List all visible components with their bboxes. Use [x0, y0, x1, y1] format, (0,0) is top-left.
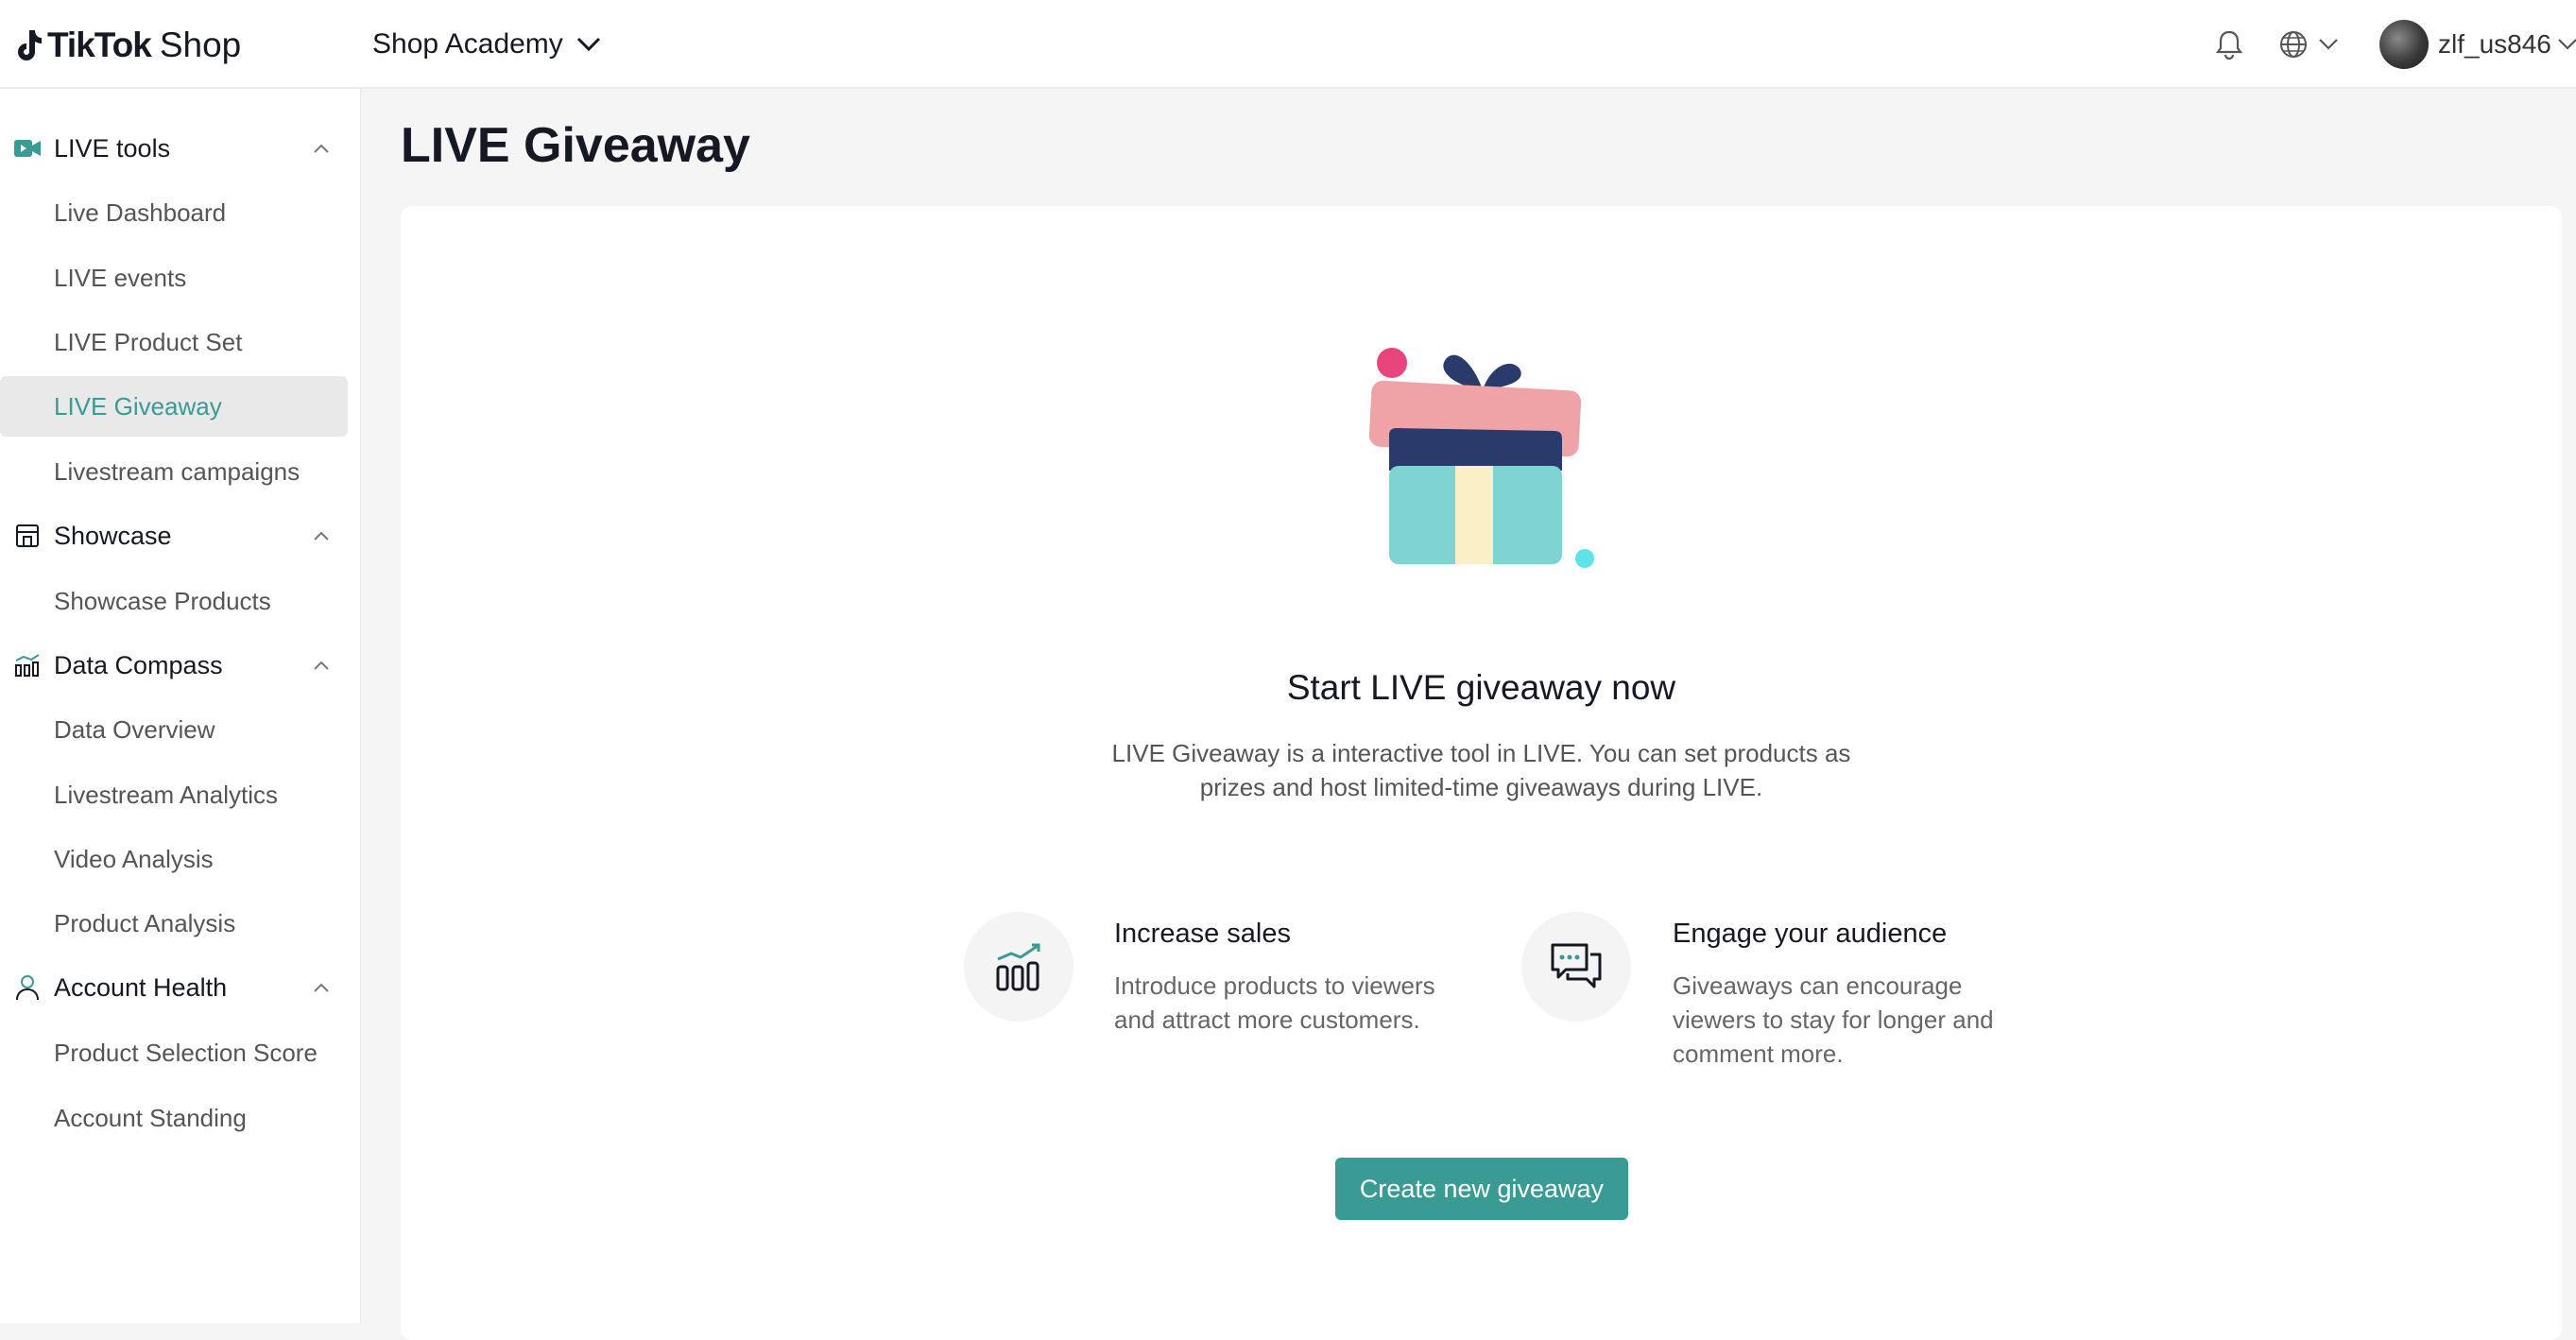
language-selector[interactable] [2275, 21, 2342, 68]
sidebar-group-label: Data Compass [54, 650, 223, 679]
feature-description: Giveaways can encourage viewers to stay … [1673, 971, 1994, 1068]
sidebar-item-livestream-analytics[interactable]: Livestream Analytics [0, 764, 348, 825]
sidebar-group-label: Showcase [54, 521, 172, 550]
sidebar-item-account-standing[interactable]: Account Standing [0, 1088, 348, 1148]
sidebar: LIVE tools Live Dashboard LIVE events LI… [0, 89, 361, 1323]
username: zlf_us846 [2438, 29, 2551, 59]
sidebar-item-label: Video Analysis [54, 844, 214, 873]
sidebar-item-label: Livestream Analytics [54, 780, 278, 809]
sidebar-group-label: LIVE tools [54, 133, 171, 163]
tiktok-note-icon [18, 30, 42, 60]
feature-title: Engage your audience [1673, 919, 1948, 949]
sidebar-item-label: Product Analysis [54, 908, 236, 937]
person-icon [13, 973, 42, 1002]
growth-chart-icon [996, 943, 1040, 991]
feature-description: Introduce products to viewers and attrac… [1114, 971, 1435, 1034]
feature-icon-wrap [1521, 912, 1631, 1022]
sidebar-item-label: Livestream campaigns [54, 456, 301, 486]
sidebar-item-product-analysis[interactable]: Product Analysis [0, 893, 348, 953]
sidebar-item-product-selection-score[interactable]: Product Selection Score [0, 1022, 348, 1083]
chevron-up-icon [314, 144, 329, 153]
sidebar-item-live-product-set[interactable]: LIVE Product Set [0, 312, 348, 372]
sidebar-item-label: LIVE Giveaway [54, 391, 222, 421]
sidebar-group-account-health[interactable]: Account Health [0, 959, 361, 1016]
sidebar-group-showcase[interactable]: Showcase [0, 507, 361, 564]
sidebar-item-label: LIVE Product Set [54, 327, 243, 356]
logo-shop-text: Shop [159, 26, 242, 64]
shop-academy-label: Shop Academy [372, 28, 563, 60]
sidebar-item-label: LIVE events [54, 263, 187, 292]
sidebar-item-livestream-campaigns[interactable]: Livestream campaigns [0, 441, 348, 502]
chevron-up-icon [314, 983, 329, 992]
logo-brand-text: TikTok [47, 26, 152, 64]
top-bar: TikTok Shop Shop Academy zlf_us846 [0, 0, 2576, 89]
feature-icon-wrap [964, 912, 1073, 1022]
sidebar-group-data-compass[interactable]: Data Compass [0, 637, 361, 694]
video-icon [13, 134, 42, 163]
notification-button[interactable] [2206, 21, 2253, 68]
sidebar-item-label: Live Dashboard [54, 198, 227, 227]
bell-icon [2215, 30, 2243, 60]
sidebar-item-live-giveaway[interactable]: LIVE Giveaway [0, 376, 348, 437]
create-giveaway-button[interactable]: Create new giveaway [1335, 1158, 1628, 1220]
chevron-down-icon [2558, 39, 2576, 50]
sidebar-item-video-analysis[interactable]: Video Analysis [0, 829, 348, 889]
chevron-up-icon [314, 531, 329, 541]
sidebar-item-label: Account Standing [54, 1103, 247, 1132]
sidebar-group-live-tools[interactable]: LIVE tools [0, 120, 361, 177]
gift-illustration-icon [1368, 348, 1594, 568]
sidebar-item-data-overview[interactable]: Data Overview [0, 699, 348, 760]
chat-bubbles-icon [1551, 943, 1602, 988]
hero-title: Start LIVE giveaway now [1286, 668, 1676, 707]
sidebar-item-live-dashboard[interactable]: Live Dashboard [0, 182, 348, 243]
sidebar-item-label: Data Overview [54, 714, 215, 744]
sidebar-group-label: Account Health [54, 972, 228, 1002]
hero-description: LIVE Giveaway is a interactive tool in L… [1111, 739, 1851, 801]
chevron-down-icon [2319, 39, 2338, 50]
feature-title: Increase sales [1114, 919, 1291, 949]
sidebar-item-live-events[interactable]: LIVE events [0, 248, 348, 308]
sidebar-item-label: Product Selection Score [54, 1038, 318, 1067]
store-icon [13, 522, 42, 550]
globe-icon [2280, 31, 2307, 58]
chevron-up-icon [314, 661, 329, 670]
sidebar-item-label: Showcase Products [54, 586, 271, 615]
chevron-down-icon [576, 37, 600, 52]
shop-academy-menu[interactable]: Shop Academy [372, 21, 601, 68]
page-title: LIVE Giveaway [401, 118, 750, 173]
user-menu[interactable]: zlf_us846 [2379, 15, 2576, 74]
sidebar-item-showcase-products[interactable]: Showcase Products [0, 571, 348, 631]
avatar [2379, 20, 2429, 69]
bar-chart-icon [13, 651, 42, 679]
tiktok-shop-logo[interactable]: TikTok Shop [13, 19, 241, 72]
